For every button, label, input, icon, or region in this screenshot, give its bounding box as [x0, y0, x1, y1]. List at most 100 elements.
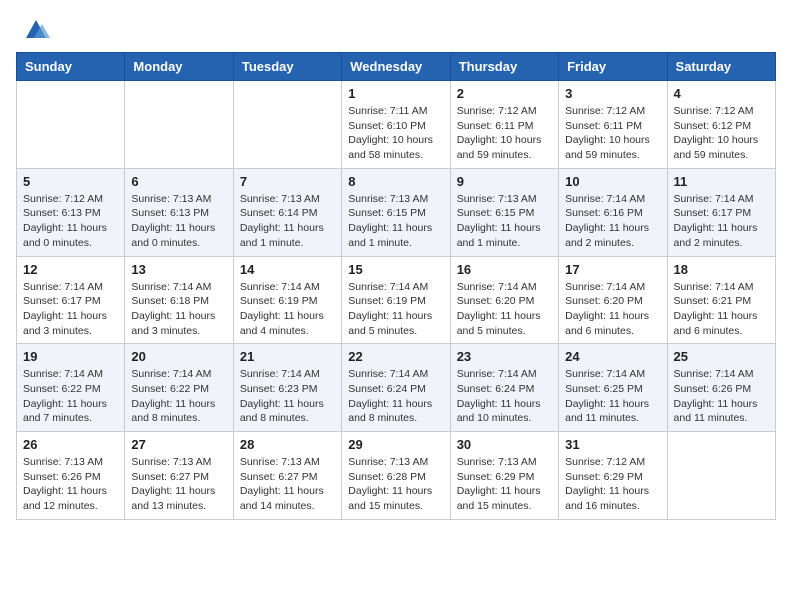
calendar-cell: 30 Sunrise: 7:13 AMSunset: 6:29 PMDayligh… — [450, 432, 558, 520]
column-header-tuesday: Tuesday — [233, 53, 341, 81]
day-number: 3 — [565, 86, 660, 101]
day-number: 9 — [457, 174, 552, 189]
logo — [16, 16, 50, 44]
day-info: Sunrise: 7:14 AMSunset: 6:24 PMDaylight:… — [457, 367, 552, 426]
calendar-cell: 20 Sunrise: 7:14 AMSunset: 6:22 PMDayligh… — [125, 344, 233, 432]
calendar-cell: 26 Sunrise: 7:13 AMSunset: 6:26 PMDayligh… — [17, 432, 125, 520]
day-info: Sunrise: 7:12 AMSunset: 6:12 PMDaylight:… — [674, 104, 769, 163]
calendar-header-row: SundayMondayTuesdayWednesdayThursdayFrid… — [17, 53, 776, 81]
day-number: 22 — [348, 349, 443, 364]
day-info: Sunrise: 7:13 AMSunset: 6:29 PMDaylight:… — [457, 455, 552, 514]
calendar-cell: 3 Sunrise: 7:12 AMSunset: 6:11 PMDaylight… — [559, 81, 667, 169]
day-number: 12 — [23, 262, 118, 277]
day-info: Sunrise: 7:12 AMSunset: 6:11 PMDaylight:… — [457, 104, 552, 163]
day-info: Sunrise: 7:14 AMSunset: 6:23 PMDaylight:… — [240, 367, 335, 426]
calendar-cell: 14Sunrise: 7:14 AMSunset: 6:19 PMDayligh… — [233, 256, 341, 344]
day-info: Sunrise: 7:12 AMSunset: 6:11 PMDaylight:… — [565, 104, 660, 163]
calendar-cell: 5 Sunrise: 7:12 AMSunset: 6:13 PMDaylight… — [17, 168, 125, 256]
day-number: 18 — [674, 262, 769, 277]
calendar-cell: 22 Sunrise: 7:14 AMSunset: 6:24 PMDayligh… — [342, 344, 450, 432]
day-info: Sunrise: 7:13 AMSunset: 6:27 PMDaylight:… — [240, 455, 335, 514]
day-number: 7 — [240, 174, 335, 189]
calendar-cell: 21 Sunrise: 7:14 AMSunset: 6:23 PMDayligh… — [233, 344, 341, 432]
calendar-cell: 1Sunrise: 7:11 AMSunset: 6:10 PMDaylight… — [342, 81, 450, 169]
calendar-week-2: 5 Sunrise: 7:12 AMSunset: 6:13 PMDaylight… — [17, 168, 776, 256]
calendar-week-4: 19 Sunrise: 7:14 AMSunset: 6:22 PMDayligh… — [17, 344, 776, 432]
day-number: 29 — [348, 437, 443, 452]
calendar-cell: 27Sunrise: 7:13 AMSunset: 6:27 PMDayligh… — [125, 432, 233, 520]
calendar-table: SundayMondayTuesdayWednesdayThursdayFrid… — [16, 52, 776, 520]
calendar-cell: 25 Sunrise: 7:14 AMSunset: 6:26 PMDayligh… — [667, 344, 775, 432]
day-number: 24 — [565, 349, 660, 364]
column-header-saturday: Saturday — [667, 53, 775, 81]
calendar-cell — [233, 81, 341, 169]
calendar-cell — [125, 81, 233, 169]
day-number: 28 — [240, 437, 335, 452]
day-info: Sunrise: 7:14 AMSunset: 6:18 PMDaylight:… — [131, 280, 226, 339]
day-info: Sunrise: 7:14 AMSunset: 6:22 PMDaylight:… — [131, 367, 226, 426]
day-number: 4 — [674, 86, 769, 101]
day-info: Sunrise: 7:14 AMSunset: 6:19 PMDaylight:… — [240, 280, 335, 339]
calendar-cell: 8 Sunrise: 7:13 AMSunset: 6:15 PMDaylight… — [342, 168, 450, 256]
day-number: 10 — [565, 174, 660, 189]
day-info: Sunrise: 7:12 AMSunset: 6:29 PMDaylight:… — [565, 455, 660, 514]
day-info: Sunrise: 7:12 AMSunset: 6:13 PMDaylight:… — [23, 192, 118, 251]
column-header-thursday: Thursday — [450, 53, 558, 81]
day-number: 6 — [131, 174, 226, 189]
day-number: 20 — [131, 349, 226, 364]
calendar-cell: 23 Sunrise: 7:14 AMSunset: 6:24 PMDayligh… — [450, 344, 558, 432]
calendar-cell: 9 Sunrise: 7:13 AMSunset: 6:15 PMDaylight… — [450, 168, 558, 256]
column-header-friday: Friday — [559, 53, 667, 81]
calendar-cell: 11Sunrise: 7:14 AMSunset: 6:17 PMDayligh… — [667, 168, 775, 256]
calendar-cell: 17Sunrise: 7:14 AMSunset: 6:20 PMDayligh… — [559, 256, 667, 344]
calendar-cell — [667, 432, 775, 520]
day-number: 13 — [131, 262, 226, 277]
column-header-wednesday: Wednesday — [342, 53, 450, 81]
day-info: Sunrise: 7:13 AMSunset: 6:15 PMDaylight:… — [348, 192, 443, 251]
day-number: 2 — [457, 86, 552, 101]
day-info: Sunrise: 7:11 AMSunset: 6:10 PMDaylight:… — [348, 104, 443, 163]
day-info: Sunrise: 7:13 AMSunset: 6:26 PMDaylight:… — [23, 455, 118, 514]
calendar-cell: 13 Sunrise: 7:14 AMSunset: 6:18 PMDayligh… — [125, 256, 233, 344]
calendar-cell: 19 Sunrise: 7:14 AMSunset: 6:22 PMDayligh… — [17, 344, 125, 432]
day-number: 8 — [348, 174, 443, 189]
column-header-sunday: Sunday — [17, 53, 125, 81]
logo-icon — [22, 16, 50, 44]
day-info: Sunrise: 7:14 AMSunset: 6:20 PMDaylight:… — [457, 280, 552, 339]
calendar-cell: 4 Sunrise: 7:12 AMSunset: 6:12 PMDaylight… — [667, 81, 775, 169]
calendar-week-5: 26 Sunrise: 7:13 AMSunset: 6:26 PMDayligh… — [17, 432, 776, 520]
day-info: Sunrise: 7:13 AMSunset: 6:14 PMDaylight:… — [240, 192, 335, 251]
day-number: 23 — [457, 349, 552, 364]
calendar-cell: 29Sunrise: 7:13 AMSunset: 6:28 PMDayligh… — [342, 432, 450, 520]
day-number: 30 — [457, 437, 552, 452]
day-number: 19 — [23, 349, 118, 364]
calendar-cell: 12 Sunrise: 7:14 AMSunset: 6:17 PMDayligh… — [17, 256, 125, 344]
day-number: 11 — [674, 174, 769, 189]
calendar-cell: 6 Sunrise: 7:13 AMSunset: 6:13 PMDaylight… — [125, 168, 233, 256]
day-number: 21 — [240, 349, 335, 364]
day-number: 25 — [674, 349, 769, 364]
calendar-cell: 16Sunrise: 7:14 AMSunset: 6:20 PMDayligh… — [450, 256, 558, 344]
day-number: 5 — [23, 174, 118, 189]
day-info: Sunrise: 7:14 AMSunset: 6:22 PMDaylight:… — [23, 367, 118, 426]
calendar-cell: 28 Sunrise: 7:13 AMSunset: 6:27 PMDayligh… — [233, 432, 341, 520]
day-info: Sunrise: 7:13 AMSunset: 6:15 PMDaylight:… — [457, 192, 552, 251]
day-info: Sunrise: 7:14 AMSunset: 6:20 PMDaylight:… — [565, 280, 660, 339]
day-info: Sunrise: 7:13 AMSunset: 6:13 PMDaylight:… — [131, 192, 226, 251]
day-number: 26 — [23, 437, 118, 452]
day-info: Sunrise: 7:14 AMSunset: 6:25 PMDaylight:… — [565, 367, 660, 426]
calendar-cell: 18 Sunrise: 7:14 AMSunset: 6:21 PMDayligh… — [667, 256, 775, 344]
calendar-cell: 2 Sunrise: 7:12 AMSunset: 6:11 PMDaylight… — [450, 81, 558, 169]
calendar-week-3: 12 Sunrise: 7:14 AMSunset: 6:17 PMDayligh… — [17, 256, 776, 344]
day-info: Sunrise: 7:14 AMSunset: 6:24 PMDaylight:… — [348, 367, 443, 426]
day-info: Sunrise: 7:14 AMSunset: 6:17 PMDaylight:… — [23, 280, 118, 339]
day-info: Sunrise: 7:14 AMSunset: 6:16 PMDaylight:… — [565, 192, 660, 251]
calendar-cell: 7 Sunrise: 7:13 AMSunset: 6:14 PMDaylight… — [233, 168, 341, 256]
day-info: Sunrise: 7:14 AMSunset: 6:26 PMDaylight:… — [674, 367, 769, 426]
day-info: Sunrise: 7:14 AMSunset: 6:21 PMDaylight:… — [674, 280, 769, 339]
column-header-monday: Monday — [125, 53, 233, 81]
day-number: 15 — [348, 262, 443, 277]
calendar-week-1: 1Sunrise: 7:11 AMSunset: 6:10 PMDaylight… — [17, 81, 776, 169]
calendar-cell: 31Sunrise: 7:12 AMSunset: 6:29 PMDayligh… — [559, 432, 667, 520]
calendar-cell: 10 Sunrise: 7:14 AMSunset: 6:16 PMDayligh… — [559, 168, 667, 256]
